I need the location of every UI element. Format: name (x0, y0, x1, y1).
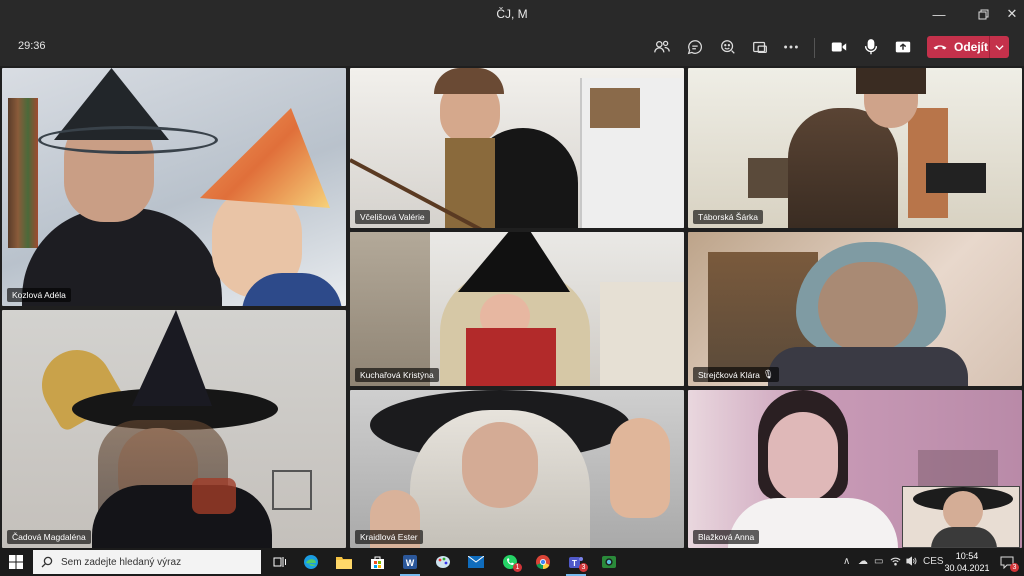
participant-name: Čadová Magdaléna (7, 530, 91, 544)
whatsapp-icon[interactable]: 1 (498, 551, 522, 573)
phone-hangup-icon (933, 45, 947, 50)
taskbar: Sem zadejte hledaný výraz W 1 T 3 ∧ ☁ ▭ … (0, 548, 1024, 576)
wifi-icon[interactable] (890, 556, 901, 569)
meeting-timer: 29:36 (18, 40, 46, 52)
rooms-icon[interactable] (749, 36, 771, 58)
participants-icon[interactable] (651, 36, 673, 58)
participant-name: Včelišová Valérie (355, 210, 430, 224)
svg-text:W: W (406, 558, 415, 568)
video-tile[interactable]: Táborská Šárka (688, 68, 1022, 228)
self-view[interactable] (902, 486, 1020, 548)
title-bar: ČJ, M — ✕ (0, 0, 1024, 28)
clock-date: 30.04.2021 (944, 563, 990, 573)
clock-time: 10:54 (955, 551, 979, 561)
video-tile[interactable]: Kozlová Adéla (2, 68, 346, 306)
camera-icon[interactable] (828, 36, 850, 58)
window-title: ČJ, M (496, 7, 528, 21)
notification-badge: 3 (579, 563, 588, 572)
microphone-icon: 🎙 (762, 369, 774, 379)
taskbar-search[interactable]: Sem zadejte hledaný výraz (33, 550, 261, 574)
chat-icon[interactable] (684, 36, 706, 58)
file-explorer-icon[interactable] (332, 551, 356, 573)
close-icon[interactable]: ✕ (995, 0, 1024, 28)
participant-name: Strejčková Klára 🎙 (693, 367, 779, 382)
meeting-toolbar: 29:36 Odejít (0, 28, 1024, 66)
participant-name: Kraidlová Ester (355, 530, 423, 544)
clock[interactable]: 10:54 30.04.2021 (944, 550, 990, 574)
search-icon (41, 556, 53, 568)
cloud-icon[interactable]: ☁ (858, 556, 868, 567)
search-input[interactable]: Sem zadejte hledaný výraz (61, 557, 181, 568)
video-tile[interactable]: Včelišová Valérie (350, 68, 684, 228)
video-tile[interactable]: Kraidlová Ester (350, 390, 684, 548)
notification-badge: 1 (513, 563, 522, 572)
chevron-up-icon[interactable]: ∧ (843, 556, 850, 567)
more-options-icon[interactable] (780, 36, 802, 58)
microphone-icon[interactable] (860, 36, 882, 58)
word-icon[interactable]: W (398, 551, 422, 576)
share-screen-icon[interactable] (892, 36, 914, 58)
toolbar-divider (814, 38, 815, 58)
edge-icon[interactable] (299, 551, 323, 573)
task-view-icon[interactable] (268, 551, 292, 573)
participant-name: Kozlová Adéla (7, 288, 71, 302)
leave-button[interactable]: Odejít (927, 36, 1009, 58)
participant-name: Kuchařová Kristýna (355, 368, 439, 382)
video-tile[interactable]: Strejčková Klára 🎙 (688, 232, 1022, 386)
video-tile[interactable]: Kuchařová Kristýna (350, 232, 684, 386)
participant-name: Táborská Šárka (693, 210, 763, 224)
leave-label: Odejít (954, 40, 989, 54)
participant-name: Blažková Anna (693, 530, 760, 544)
reactions-icon[interactable] (717, 36, 739, 58)
notification-badge: 3 (1010, 563, 1019, 572)
notification-center-icon[interactable]: 3 (995, 551, 1019, 573)
teams-icon[interactable]: T 3 (564, 551, 588, 576)
language-indicator[interactable]: CES (923, 556, 944, 567)
chevron-down-icon[interactable] (989, 36, 1009, 58)
laptop-icon[interactable]: ▭ (874, 556, 883, 567)
camera-app-icon[interactable] (597, 551, 621, 573)
minimize-icon[interactable]: — (922, 0, 956, 28)
chrome-icon[interactable] (531, 551, 555, 573)
store-icon[interactable] (365, 551, 389, 573)
windows-start-icon[interactable] (0, 548, 32, 576)
mail-icon[interactable] (464, 551, 488, 573)
volume-icon[interactable] (906, 556, 917, 569)
video-tile[interactable]: Čadová Magdaléna (2, 310, 346, 548)
svg-text:T: T (572, 559, 577, 568)
paint-icon[interactable] (431, 551, 455, 573)
